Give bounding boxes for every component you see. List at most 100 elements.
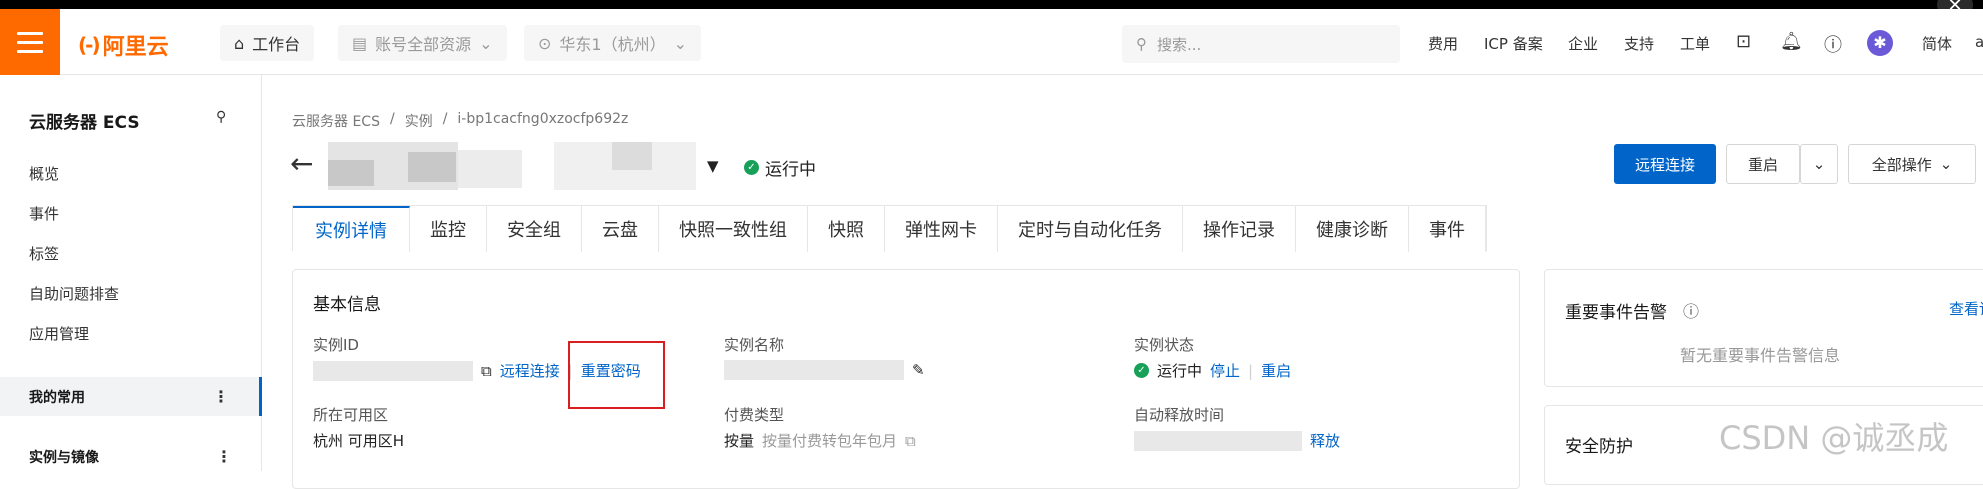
sidebar-item-troubleshoot[interactable]: 自助问题排查: [29, 283, 119, 304]
redacted-instance-name: [724, 360, 904, 380]
remote-connect-link[interactable]: 远程连接: [500, 360, 560, 381]
home-icon: ⌂: [234, 33, 245, 53]
redacted-instance-id: [313, 360, 473, 381]
user-menu[interactable]: a: [1975, 33, 1983, 51]
event-alerts-title: 重要事件告警: [1565, 303, 1667, 323]
tab-instance-details[interactable]: 实例详情: [293, 206, 410, 252]
instance-name-redacted: [328, 142, 458, 190]
tab-security-groups[interactable]: 安全组: [487, 206, 582, 252]
instance-tabs: 实例详情 监控 安全组 云盘 快照一致性组 快照 弹性网卡 定时与自动化任务 操…: [292, 205, 1487, 252]
stop-link[interactable]: 停止: [1210, 360, 1240, 381]
tab-monitoring[interactable]: 监控: [410, 206, 487, 252]
billing-type-label: 付费类型: [724, 406, 785, 424]
all-operations-dropdown[interactable]: 全部操作 ⌄: [1848, 144, 1976, 184]
tab-snapshot-consistency-groups[interactable]: 快照一致性组: [659, 206, 808, 252]
all-ops-label: 全部操作: [1871, 155, 1932, 174]
bell-icon[interactable]: 🔔︎: [1780, 31, 1803, 52]
tab-events[interactable]: 事件: [1409, 206, 1486, 252]
nav-link-ticket[interactable]: 工单: [1680, 33, 1710, 54]
edit-pencil-icon[interactable]: ✎: [912, 361, 925, 379]
instance-id-label: 实例ID: [313, 336, 359, 354]
zone-value: 杭州 可用区H: [313, 432, 405, 450]
watermark: CSDN @诚丞成: [1719, 419, 1949, 457]
breadcrumb-ecs[interactable]: 云服务器 ECS: [292, 111, 380, 131]
basic-info-card: 基本信息 实例ID ⧉ 远程连接 | 重置密码 实例名称 ✎ 实例状态 ✓ 运行…: [292, 269, 1520, 489]
tab-health-diagnosis[interactable]: 健康诊断: [1296, 206, 1409, 252]
view-details-link[interactable]: 查看详: [1949, 298, 1983, 319]
auto-release-label: 自动释放时间: [1134, 406, 1225, 424]
check-circle-icon: ✓: [744, 160, 759, 175]
event-alerts-empty: 暂无重要事件告警信息: [1680, 346, 1841, 365]
terminal-icon[interactable]: ⊡: [1736, 31, 1751, 52]
external-link-icon: ⧉: [905, 431, 916, 450]
user-avatar-icon[interactable]: ✱: [1867, 30, 1893, 56]
state-text: 运行中: [1157, 362, 1203, 380]
region-label: 华东1（杭州）: [559, 35, 666, 54]
workbench-label: 工作台: [252, 35, 301, 54]
tab-snapshots[interactable]: 快照: [808, 206, 885, 252]
location-pin-icon: ⊙: [538, 33, 552, 53]
sidebar-section-favorites[interactable]: 我的常用 ⋮: [0, 377, 262, 416]
restart-more-chevron-icon[interactable]: ⌄: [1800, 144, 1838, 184]
nav-link-enterprise[interactable]: 企业: [1568, 33, 1598, 54]
resource-icon: ▤: [352, 33, 368, 53]
restart-button[interactable]: 重启: [1726, 144, 1800, 184]
help-icon[interactable]: ⓘ: [1824, 31, 1842, 57]
tab-elastic-nic[interactable]: 弹性网卡: [885, 206, 998, 252]
instance-switch-caret-icon[interactable]: ▼: [707, 157, 719, 175]
sidebar-item-overview[interactable]: 概览: [29, 163, 59, 184]
main-content: 云服务器 ECS / 实例 / i-bp1cacfng0xzocfp692z ←…: [262, 75, 1983, 489]
logo-text: 阿里云: [102, 35, 169, 60]
tab-operation-logs[interactable]: 操作记录: [1183, 206, 1296, 252]
billing-value: 按量: [724, 432, 755, 450]
sidebar-section-instances-images[interactable]: 实例与镜像 ⋮: [0, 437, 262, 476]
release-link[interactable]: 释放: [1310, 430, 1340, 451]
sidebar-item-events[interactable]: 事件: [29, 203, 59, 224]
chevron-down-icon: ⌄: [673, 33, 687, 53]
workbench-button[interactable]: ⌂ 工作台: [220, 25, 315, 61]
region-selector[interactable]: ⊙ 华东1（杭州） ⌄: [524, 25, 701, 61]
event-alerts-card: 重要事件告警 ⓘ 查看详 暂无重要事件告警信息: [1544, 269, 1983, 387]
section-label: 实例与镜像: [29, 449, 99, 466]
search-placeholder: 搜索...: [1157, 35, 1202, 54]
back-arrow-icon[interactable]: ←: [290, 147, 313, 180]
breadcrumb: 云服务器 ECS / 实例 / i-bp1cacfng0xzocfp692z: [292, 111, 628, 131]
language-switch[interactable]: 简体: [1922, 33, 1952, 54]
nav-link-icp[interactable]: ICP 备案: [1484, 33, 1543, 54]
convert-billing-link[interactable]: 按量付费转包年包月: [762, 430, 897, 451]
sidebar-search-icon[interactable]: ⚲: [216, 109, 226, 125]
nav-link-fees[interactable]: 费用: [1428, 33, 1458, 54]
sidebar-item-app-management[interactable]: 应用管理: [29, 323, 89, 344]
tab-cloud-disks[interactable]: 云盘: [582, 206, 659, 252]
divider: |: [1248, 361, 1254, 380]
instance-state-label: 实例状态: [1134, 336, 1195, 354]
instance-name-label: 实例名称: [724, 336, 785, 354]
aliyun-logo[interactable]: (-) 阿里云: [78, 29, 169, 61]
breadcrumb-separator: /: [442, 111, 448, 127]
global-search-input[interactable]: ⚲ 搜索...: [1122, 25, 1400, 63]
hamburger-menu-icon[interactable]: [0, 9, 60, 75]
copy-icon[interactable]: ⧉: [481, 362, 492, 380]
remote-connect-button[interactable]: 远程连接: [1614, 144, 1716, 184]
restart-link[interactable]: 重启: [1261, 360, 1291, 381]
more-vertical-icon[interactable]: ⋮: [213, 387, 229, 406]
tab-scheduled-tasks[interactable]: 定时与自动化任务: [998, 206, 1183, 252]
status-text: 运行中: [765, 160, 816, 180]
section-label: 我的常用: [29, 389, 85, 406]
billing-type-value: 按量 按量付费转包年包月 ⧉: [724, 430, 916, 451]
breadcrumb-separator: /: [389, 111, 395, 127]
chevron-down-icon: ⌄: [479, 33, 493, 53]
auto-release-value: 释放: [1134, 430, 1340, 451]
help-circle-icon[interactable]: ⓘ: [1683, 298, 1699, 322]
breadcrumb-instances[interactable]: 实例: [405, 111, 433, 131]
check-circle-icon: ✓: [1134, 363, 1149, 378]
instance-state-value: ✓ 运行中 停止 | 重启: [1134, 360, 1291, 381]
top-navigation-bar: (-) 阿里云 ⌂ 工作台 ▤ 账号全部资源 ⌄ ⊙ 华东1（杭州） ⌄ ⚲ 搜…: [0, 9, 1983, 75]
nav-link-support[interactable]: 支持: [1624, 33, 1654, 54]
resource-group-selector[interactable]: ▤ 账号全部资源 ⌄: [338, 25, 507, 61]
sidebar-item-tags[interactable]: 标签: [29, 243, 59, 264]
sidebar: 云服务器 ECS ⚲ 概览 事件 标签 自助问题排查 应用管理 我的常用 ⋮ 实…: [0, 75, 262, 471]
more-vertical-icon[interactable]: ⋮: [216, 447, 232, 466]
logo-mark: (-): [78, 33, 101, 57]
redacted-release-time: [1134, 430, 1302, 451]
